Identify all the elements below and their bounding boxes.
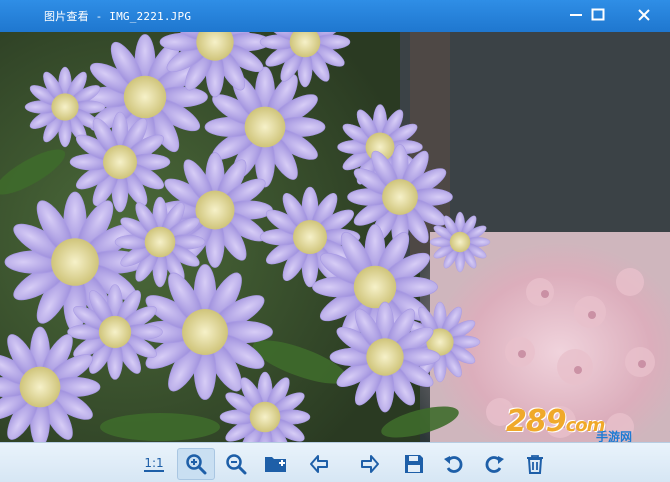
image-viewer-window: 图片查看 - IMG_2221.JPG 289com 手游网 1:1 [0, 0, 670, 482]
title-bar[interactable]: 图片查看 - IMG_2221.JPG [0, 0, 670, 32]
zoom-in-button[interactable] [177, 448, 215, 480]
watermark-logo: 289com 手游网 [506, 404, 656, 442]
viewer-toolbar: 1:1 [0, 442, 670, 482]
close-button[interactable] [622, 0, 666, 30]
previous-button[interactable] [301, 449, 337, 479]
watermark-brand: 289com [506, 404, 605, 439]
zoom-out-icon [226, 454, 247, 475]
maximize-icon [591, 8, 605, 21]
previous-arrow-icon [310, 455, 328, 473]
image-canvas[interactable]: 289com 手游网 [0, 32, 670, 442]
rotate-left-button[interactable] [436, 449, 472, 479]
maximize-button[interactable] [578, 0, 618, 30]
rotate-right-button[interactable] [476, 449, 512, 479]
zoom-in-icon [186, 454, 207, 475]
save-button[interactable] [396, 449, 432, 479]
next-arrow-icon [361, 455, 379, 473]
delete-button[interactable] [517, 449, 553, 479]
delete-icon [527, 455, 543, 474]
actual-size-label: 1:1 [144, 455, 164, 472]
close-icon [638, 9, 650, 21]
open-folder-button[interactable] [258, 449, 294, 479]
actual-size-button[interactable]: 1:1 [136, 449, 172, 479]
next-button[interactable] [352, 449, 388, 479]
watermark-subtitle: 手游网 [596, 430, 633, 442]
zoom-out-button[interactable] [218, 449, 254, 479]
window-title: 图片查看 - IMG_2221.JPG [44, 10, 192, 23]
open-folder-icon [265, 457, 286, 472]
rotate-right-icon [485, 456, 504, 473]
save-icon [405, 455, 423, 473]
rotate-left-icon [444, 456, 463, 473]
purple-flowers-photo [0, 32, 670, 442]
